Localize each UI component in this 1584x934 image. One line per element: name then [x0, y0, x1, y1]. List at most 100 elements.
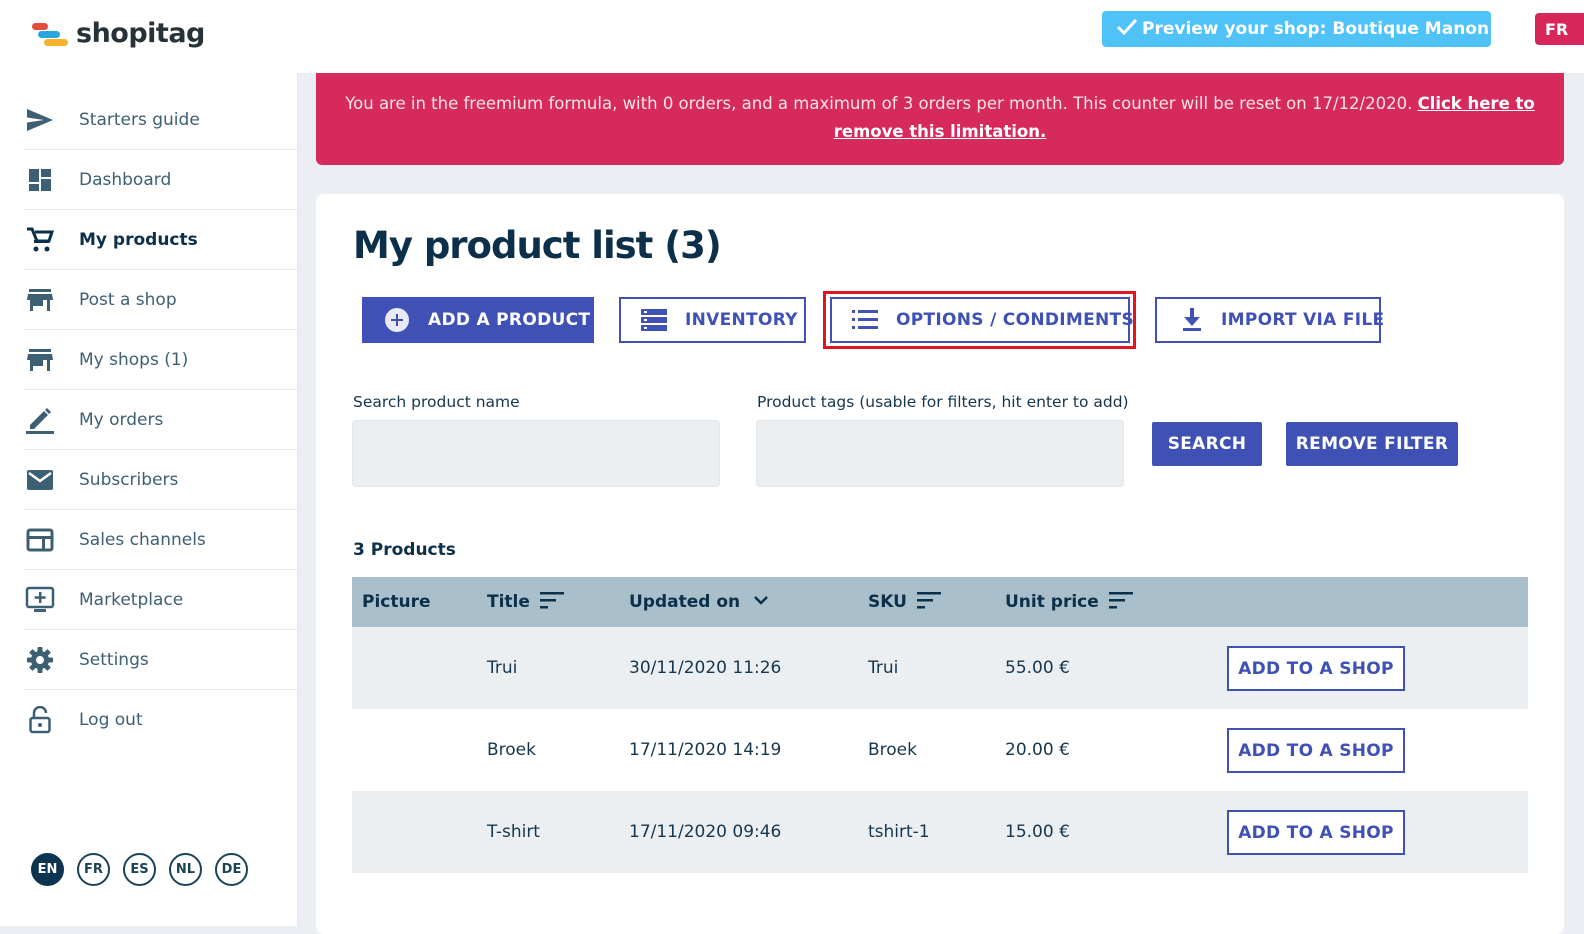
sidebar-item-label: Marketplace — [79, 589, 184, 610]
highlight-box — [823, 291, 1136, 349]
sidebar-item-my-products[interactable]: My products — [24, 210, 297, 270]
table-row: Trui 30/11/2020 11:26 Trui 55.00 € ADD T… — [352, 627, 1528, 709]
sidebar-item-sales-channels[interactable]: Sales channels — [24, 510, 297, 570]
shopitag-logo-icon — [30, 19, 70, 49]
add-product-label: ADD A PRODUCT — [428, 310, 591, 330]
sort-icon — [916, 591, 941, 614]
sidebar-item-label: Post a shop — [79, 289, 177, 310]
freemium-banner: You are in the freemium formula, with 0 … — [316, 73, 1564, 165]
inventory-button[interactable]: INVENTORY — [619, 297, 806, 343]
column-header-sku[interactable]: SKU — [868, 577, 941, 627]
brand-logo[interactable]: shopitag — [30, 18, 205, 49]
sort-icon — [1108, 591, 1133, 614]
brand-name: shopitag — [76, 18, 205, 49]
sidebar-item-my-shops[interactable]: My shops (1) — [24, 330, 297, 390]
cell-title: T-shirt — [487, 822, 540, 842]
lang-es-button[interactable]: ES — [123, 853, 156, 886]
column-header-picture: Picture — [362, 577, 431, 627]
cell-updated: 30/11/2020 11:26 — [629, 658, 782, 678]
column-header-label: Unit price — [1005, 592, 1099, 612]
sidebar-item-dashboard[interactable]: Dashboard — [24, 150, 297, 210]
channel-icon — [24, 524, 56, 556]
lang-nl-button[interactable]: NL — [169, 853, 202, 886]
cell-updated: 17/11/2020 09:46 — [629, 822, 782, 842]
search-product-input[interactable] — [352, 420, 720, 487]
search-button[interactable]: SEARCH — [1152, 422, 1262, 466]
sidebar-item-settings[interactable]: Settings — [24, 630, 297, 690]
sidebar-item-label: My shops (1) — [79, 349, 189, 370]
mail-icon — [24, 464, 56, 496]
chevron-down-icon — [750, 591, 772, 614]
column-header-title[interactable]: Title — [487, 577, 564, 627]
lang-de-button[interactable]: DE — [215, 853, 248, 886]
search-product-label: Search product name — [353, 393, 520, 411]
preview-shop-label: Preview your shop: Boutique Manon — [1142, 19, 1490, 39]
product-table: Picture Title Updated on SKU Unit price … — [352, 577, 1528, 873]
product-tags-label: Product tags (usable for filters, hit en… — [757, 393, 1129, 411]
page-title: My product list (3) — [353, 224, 722, 267]
add-to-shop-button[interactable]: ADD TO A SHOP — [1227, 646, 1405, 691]
add-to-shop-button[interactable]: ADD TO A SHOP — [1227, 728, 1405, 773]
cart-icon — [24, 224, 56, 256]
cell-sku: Broek — [868, 740, 917, 760]
sidebar-item-label: My orders — [79, 409, 164, 430]
sort-icon — [539, 591, 564, 614]
pencil-icon — [24, 404, 56, 436]
column-header-label: Title — [487, 592, 530, 612]
sidebar-item-starters-guide[interactable]: Starters guide — [24, 90, 297, 150]
sidebar-item-marketplace[interactable]: Marketplace — [24, 570, 297, 630]
import-via-file-button[interactable]: IMPORT VIA FILE — [1155, 297, 1385, 343]
column-header-updated[interactable]: Updated on — [629, 577, 772, 627]
add-circle-icon — [384, 307, 410, 333]
column-header-price[interactable]: Unit price — [1005, 577, 1133, 627]
store-icon — [24, 284, 56, 316]
gear-icon — [24, 644, 56, 676]
freemium-banner-text: You are in the freemium formula, with 0 … — [345, 94, 1413, 113]
dashboard-icon — [24, 164, 56, 196]
download-icon — [1181, 308, 1203, 332]
column-header-label: Updated on — [629, 592, 741, 612]
sidebar-item-label: Starters guide — [79, 109, 200, 130]
cell-sku: Trui — [868, 658, 899, 678]
cell-title: Trui — [487, 658, 518, 678]
store-icon — [24, 344, 56, 376]
send-icon — [24, 104, 56, 136]
top-bar: Preview your shop: Boutique Manon FR — [297, 0, 1584, 73]
cell-price: 15.00 € — [1005, 822, 1070, 842]
sidebar-item-label: Settings — [79, 649, 149, 670]
sidebar-item-log-out[interactable]: Log out — [24, 690, 297, 749]
table-row: T-shirt 17/11/2020 09:46 tshirt-1 15.00 … — [352, 791, 1528, 873]
table-header: Picture Title Updated on SKU Unit price — [352, 577, 1528, 627]
sidebar-item-my-orders[interactable]: My orders — [24, 390, 297, 450]
sidebar: shopitag Starters guide Dashboard My pro… — [0, 0, 297, 926]
add-product-button[interactable]: ADD A PRODUCT — [362, 297, 594, 343]
lang-fr-button[interactable]: FR — [77, 853, 110, 886]
inventory-label: INVENTORY — [685, 310, 798, 330]
sidebar-item-subscribers[interactable]: Subscribers — [24, 450, 297, 510]
product-list-card: My product list (3) ADD A PRODUCT INVENT… — [316, 194, 1564, 934]
add-to-screen-icon — [24, 584, 56, 616]
remove-filter-button[interactable]: REMOVE FILTER — [1286, 422, 1458, 466]
sidebar-item-label: Log out — [79, 709, 143, 730]
import-via-file-label: IMPORT VIA FILE — [1221, 310, 1385, 330]
sidebar-item-post-a-shop[interactable]: Post a shop — [24, 270, 297, 330]
preview-shop-button[interactable]: Preview your shop: Boutique Manon — [1102, 11, 1491, 47]
lang-en-button[interactable]: EN — [31, 853, 64, 886]
sidebar-item-label: Dashboard — [79, 169, 172, 190]
column-header-label: SKU — [868, 592, 907, 612]
inventory-icon — [641, 309, 667, 331]
cell-sku: tshirt-1 — [868, 822, 930, 842]
cell-updated: 17/11/2020 14:19 — [629, 740, 782, 760]
product-tags-input[interactable] — [756, 420, 1124, 487]
sidebar-item-label: Sales channels — [79, 529, 206, 550]
sidebar-nav: Starters guide Dashboard My products Pos… — [24, 90, 297, 749]
language-badge[interactable]: FR — [1535, 13, 1584, 45]
add-to-shop-button[interactable]: ADD TO A SHOP — [1227, 810, 1405, 855]
language-switcher: EN FR ES NL DE — [31, 853, 248, 886]
cell-price: 20.00 € — [1005, 740, 1070, 760]
cell-title: Broek — [487, 740, 536, 760]
sidebar-item-label: My products — [79, 229, 198, 250]
table-row: Broek 17/11/2020 14:19 Broek 20.00 € ADD… — [352, 709, 1528, 791]
lock-icon — [24, 704, 56, 736]
check-icon — [1116, 18, 1138, 41]
